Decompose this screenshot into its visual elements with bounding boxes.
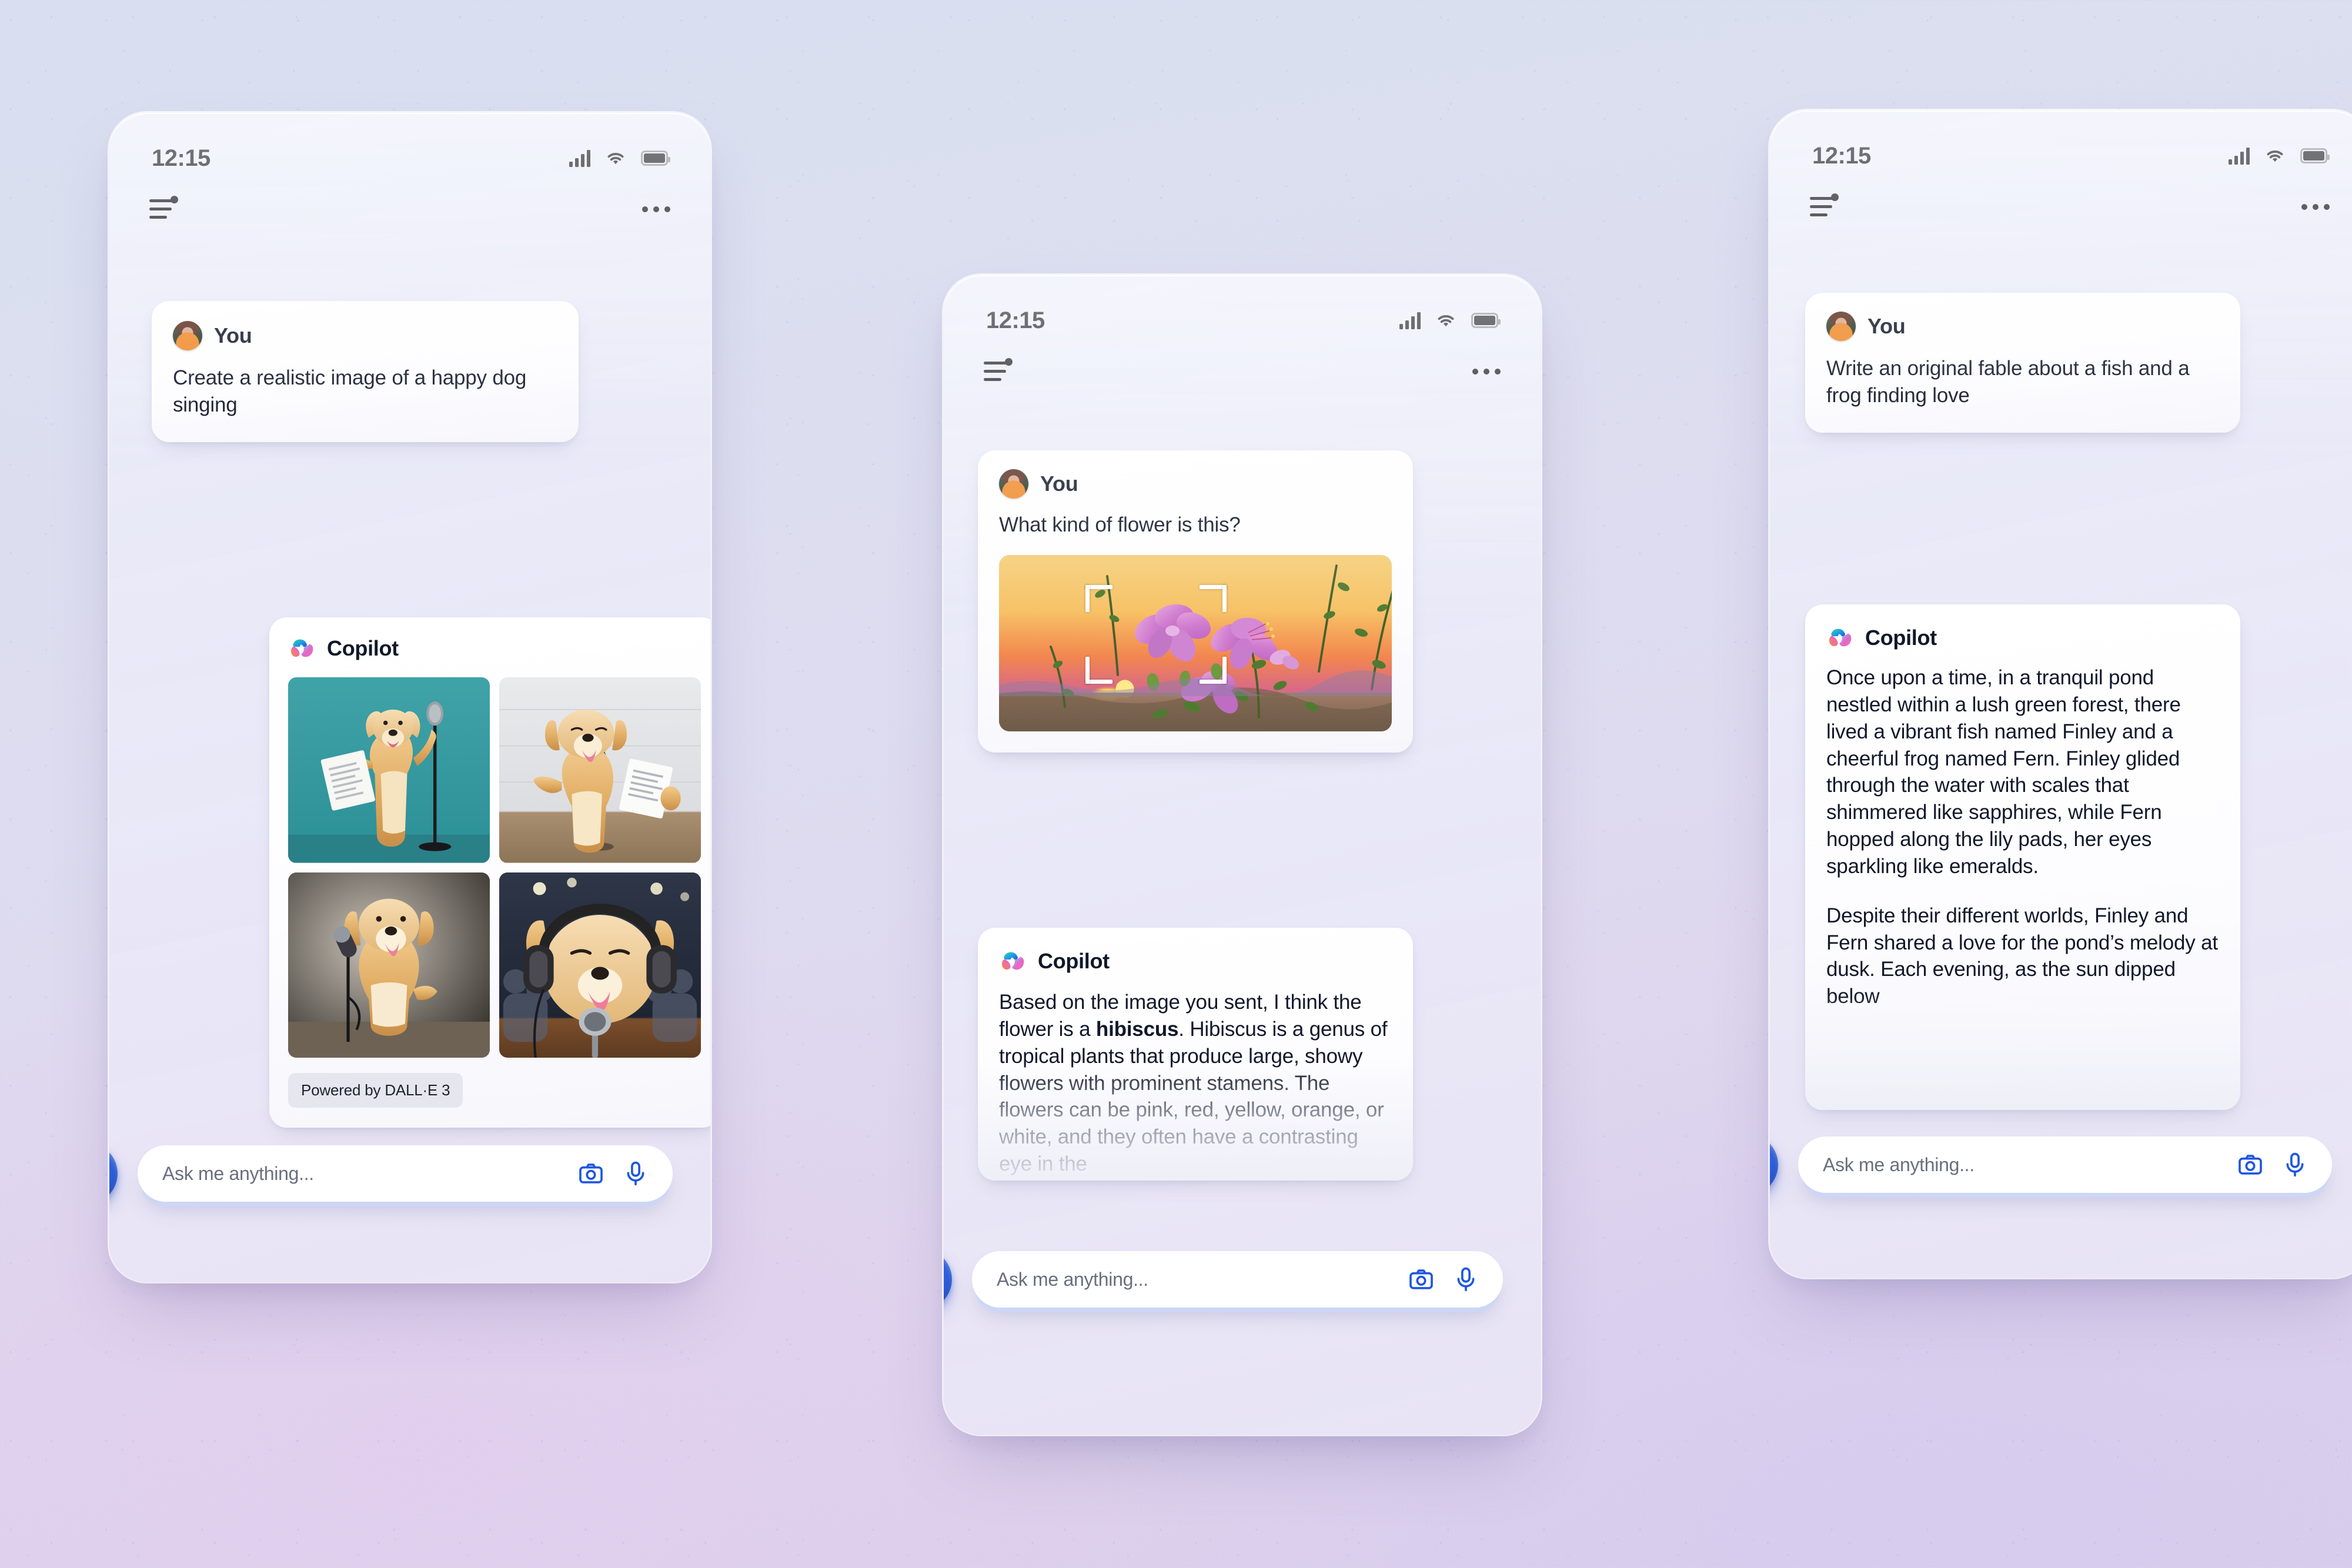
scan-reticle-icon <box>1085 584 1227 684</box>
status-clock: 12:15 <box>152 145 211 171</box>
response-paragraph-2: Despite their different worlds, Finley a… <box>1826 904 2218 1008</box>
more-options-icon[interactable] <box>1472 369 1501 375</box>
generated-image-4[interactable] <box>499 872 701 1058</box>
microphone-icon[interactable] <box>1451 1265 1481 1294</box>
message-header: You <box>999 469 1392 499</box>
message-sender: Copilot <box>327 636 399 660</box>
message-header: Copilot <box>999 948 1392 975</box>
generated-image-grid <box>288 677 701 1058</box>
new-chat-bubble-plus-icon[interactable] <box>944 1249 952 1310</box>
sliders-menu-icon[interactable] <box>149 196 179 222</box>
user-avatar <box>999 469 1028 499</box>
status-bar: 12:15 <box>1770 139 2352 173</box>
response-paragraph-1: Once upon a time, in a tranquil pond nes… <box>1826 666 2181 878</box>
new-chat-bubble-plus-icon[interactable] <box>1770 1134 1778 1195</box>
status-bar: 12:15 <box>109 141 710 175</box>
app-bar <box>944 345 1541 399</box>
message-header: You <box>1826 312 2219 341</box>
user-avatar <box>1826 312 1856 341</box>
phone-right: 12:15 You Write an original fable about … <box>1770 111 2352 1278</box>
search-input[interactable]: Ask me anything... <box>162 1163 561 1185</box>
message-sender: You <box>1040 472 1078 496</box>
wifi-icon <box>607 153 624 165</box>
wifi-icon <box>2267 151 2283 162</box>
sliders-menu-icon[interactable] <box>1810 193 1839 220</box>
message-card-user: You Write an original fable about a fish… <box>1805 293 2240 433</box>
message-sender: You <box>1867 314 1906 338</box>
generated-image-3[interactable] <box>288 872 490 1058</box>
message-sender: Copilot <box>1038 949 1110 973</box>
user-avatar <box>173 321 202 350</box>
message-sender: Copilot <box>1865 626 1937 650</box>
message-input-bar[interactable]: Ask me anything... <box>972 1251 1503 1308</box>
app-bar <box>1770 180 2352 234</box>
message-header: Copilot <box>1826 624 2219 651</box>
microphone-icon[interactable] <box>621 1159 650 1188</box>
phone-middle: 12:15 You What kind of flower is this? C… <box>944 275 1541 1435</box>
composer-left: Ask me anything... <box>109 1143 673 1204</box>
status-icons <box>2229 147 2330 165</box>
message-text: What kind of flower is this? <box>999 513 1241 536</box>
message-header: Copilot <box>288 635 701 662</box>
copilot-logo-icon <box>1001 952 1024 970</box>
composer-middle: Ask me anything... <box>944 1249 1503 1310</box>
copilot-logo-icon <box>1829 628 1852 647</box>
more-options-icon[interactable] <box>642 206 670 212</box>
attached-photo[interactable] <box>999 554 1392 731</box>
battery-full-icon <box>641 151 670 166</box>
cellular-bars-icon <box>1399 312 1421 329</box>
status-clock: 12:15 <box>986 307 1045 333</box>
status-badge: Powered by DALL·E 3 <box>288 1073 463 1108</box>
composer-right: Ask me anything... <box>1770 1134 2332 1195</box>
message-card-assistant: Copilot Based on the image you sent, I t… <box>978 928 1413 1181</box>
response-text-bold: hibiscus <box>1095 1017 1179 1041</box>
message-text: Write an original fable about a fish and… <box>1826 357 2190 407</box>
message-card-user: You Create a realistic image of a happy … <box>152 301 579 442</box>
message-card-assistant: Copilot Once upon a time, in a tranquil … <box>1805 604 2240 1110</box>
message-card-assistant: Copilot Powered by DALL·E 3 <box>269 617 710 1128</box>
new-chat-bubble-plus-icon[interactable] <box>109 1143 118 1204</box>
phone-left-screen: 12:15 You Create a realistic image of a … <box>109 113 710 1282</box>
phone-middle-screen: 12:15 You What kind of flower is this? C… <box>944 275 1541 1435</box>
copilot-logo-icon <box>290 639 313 657</box>
generated-image-2[interactable] <box>499 677 701 863</box>
response-text-part-2: . Hibiscus is a genus of tropical plants… <box>999 1017 1388 1176</box>
wifi-icon <box>1438 315 1454 327</box>
phone-right-screen: 12:15 You Write an original fable about … <box>1770 111 2352 1278</box>
status-clock: 12:15 <box>1812 142 1871 169</box>
message-sender: You <box>214 323 252 347</box>
message-text: Create a realistic image of a happy dog … <box>173 366 527 416</box>
phone-left: 12:15 You Create a realistic image of a … <box>109 113 710 1282</box>
cellular-bars-icon <box>2229 147 2250 165</box>
generated-image-1[interactable] <box>288 677 490 863</box>
camera-icon[interactable] <box>2236 1150 2265 1179</box>
app-bar <box>109 182 710 236</box>
status-icons <box>1399 312 1501 329</box>
message-header: You <box>173 321 557 350</box>
more-options-icon[interactable] <box>2301 204 2330 210</box>
camera-icon[interactable] <box>576 1159 606 1188</box>
battery-full-icon <box>2300 148 2330 163</box>
cellular-bars-icon <box>569 149 590 167</box>
search-input[interactable]: Ask me anything... <box>1823 1154 2220 1176</box>
status-bar: 12:15 <box>944 303 1541 337</box>
battery-full-icon <box>1471 313 1501 328</box>
status-icons <box>569 149 670 167</box>
message-text: Based on the image you sent, I think the… <box>999 989 1392 1178</box>
message-card-user: You What kind of flower is this? <box>978 450 1413 753</box>
search-input[interactable]: Ask me anything... <box>997 1269 1391 1290</box>
camera-icon[interactable] <box>1406 1265 1436 1294</box>
message-input-bar[interactable]: Ask me anything... <box>1798 1136 2332 1193</box>
sliders-menu-icon[interactable] <box>984 358 1013 385</box>
microphone-icon[interactable] <box>2280 1150 2310 1179</box>
message-input-bar[interactable]: Ask me anything... <box>138 1145 673 1202</box>
